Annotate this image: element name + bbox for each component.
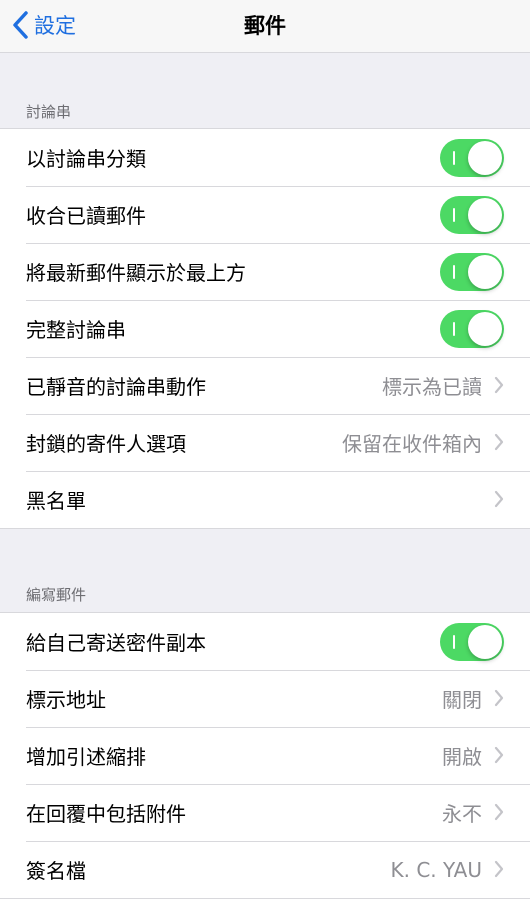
- toggle-on-mark: [453, 635, 455, 649]
- collapse-read-toggle[interactable]: [440, 196, 504, 234]
- setting-row-blocked[interactable]: 黑名單: [0, 471, 530, 528]
- setting-row-organize-by-thread: 以討論串分類: [0, 129, 530, 186]
- section-header-threading: 討論串: [26, 103, 72, 121]
- toggle-knob: [468, 255, 502, 289]
- setting-row-most-recent-on-top: 將最新郵件顯示於最上方: [0, 243, 530, 300]
- toggle-on-mark: [453, 151, 455, 165]
- chevron-right-icon: [494, 689, 504, 707]
- toggle-knob: [468, 198, 502, 232]
- row-label: 完整討論串: [26, 318, 126, 342]
- toggle-knob: [468, 312, 502, 346]
- setting-row-complete-threads: 完整討論串: [0, 300, 530, 357]
- row-value: 標示為已讀: [382, 375, 482, 399]
- chevron-right-icon: [494, 803, 504, 821]
- threading-group: 以討論串分類 收合已讀郵件 將最新郵件顯示於最上方 完整討論串 已靜音的討論串動…: [0, 128, 530, 529]
- row-label: 封鎖的寄件人選項: [26, 432, 186, 456]
- toggle-on-mark: [453, 208, 455, 222]
- row-label: 簽名檔: [26, 859, 86, 883]
- row-label: 標示地址: [26, 688, 106, 712]
- row-label: 已靜音的討論串動作: [26, 375, 206, 399]
- navigation-bar: 設定 郵件: [0, 0, 530, 53]
- section-header-composing: 編寫郵件: [26, 586, 87, 604]
- setting-row-always-bcc-myself: 給自己寄送密件副本: [0, 613, 530, 670]
- setting-row-increase-quote-level[interactable]: 增加引述縮排 開啟: [0, 727, 530, 784]
- setting-row-include-attachments[interactable]: 在回覆中包括附件 永不: [0, 784, 530, 841]
- row-label: 收合已讀郵件: [26, 204, 146, 228]
- page-title: 郵件: [244, 14, 286, 38]
- setting-row-muted-thread-action[interactable]: 已靜音的討論串動作 標示為已讀: [0, 357, 530, 414]
- toggle-on-mark: [453, 322, 455, 336]
- row-value: 永不: [442, 802, 482, 826]
- chevron-right-icon: [494, 433, 504, 451]
- most-recent-on-top-toggle[interactable]: [440, 253, 504, 291]
- row-label: 給自己寄送密件副本: [26, 631, 206, 655]
- chevron-right-icon: [494, 376, 504, 394]
- setting-row-collapse-read: 收合已讀郵件: [0, 186, 530, 243]
- organize-by-thread-toggle[interactable]: [440, 139, 504, 177]
- row-value: 開啟: [442, 745, 482, 769]
- setting-row-blocked-sender-options[interactable]: 封鎖的寄件人選項 保留在收件箱內: [0, 414, 530, 471]
- row-label: 以討論串分類: [26, 147, 146, 171]
- setting-row-mark-addresses[interactable]: 標示地址 關閉: [0, 670, 530, 727]
- setting-row-signature[interactable]: 簽名檔 K. C. YAU: [0, 841, 530, 898]
- toggle-knob: [468, 141, 502, 175]
- row-label: 增加引述縮排: [26, 745, 146, 769]
- row-label: 在回覆中包括附件: [26, 802, 186, 826]
- complete-threads-toggle[interactable]: [440, 310, 504, 348]
- row-value: K. C. YAU: [390, 857, 483, 882]
- row-value: 關閉: [442, 688, 482, 712]
- toggle-on-mark: [453, 265, 455, 279]
- row-label: 黑名單: [26, 489, 86, 513]
- toggle-knob: [468, 625, 502, 659]
- chevron-right-icon: [494, 860, 504, 878]
- row-value: 保留在收件箱內: [342, 432, 482, 456]
- always-bcc-myself-toggle[interactable]: [440, 623, 504, 661]
- row-label: 將最新郵件顯示於最上方: [26, 261, 246, 285]
- composing-group: 給自己寄送密件副本 標示地址 關閉 增加引述縮排 開啟 在回覆中包括附件 永不 …: [0, 612, 530, 899]
- chevron-right-icon: [494, 746, 504, 764]
- chevron-right-icon: [494, 490, 504, 508]
